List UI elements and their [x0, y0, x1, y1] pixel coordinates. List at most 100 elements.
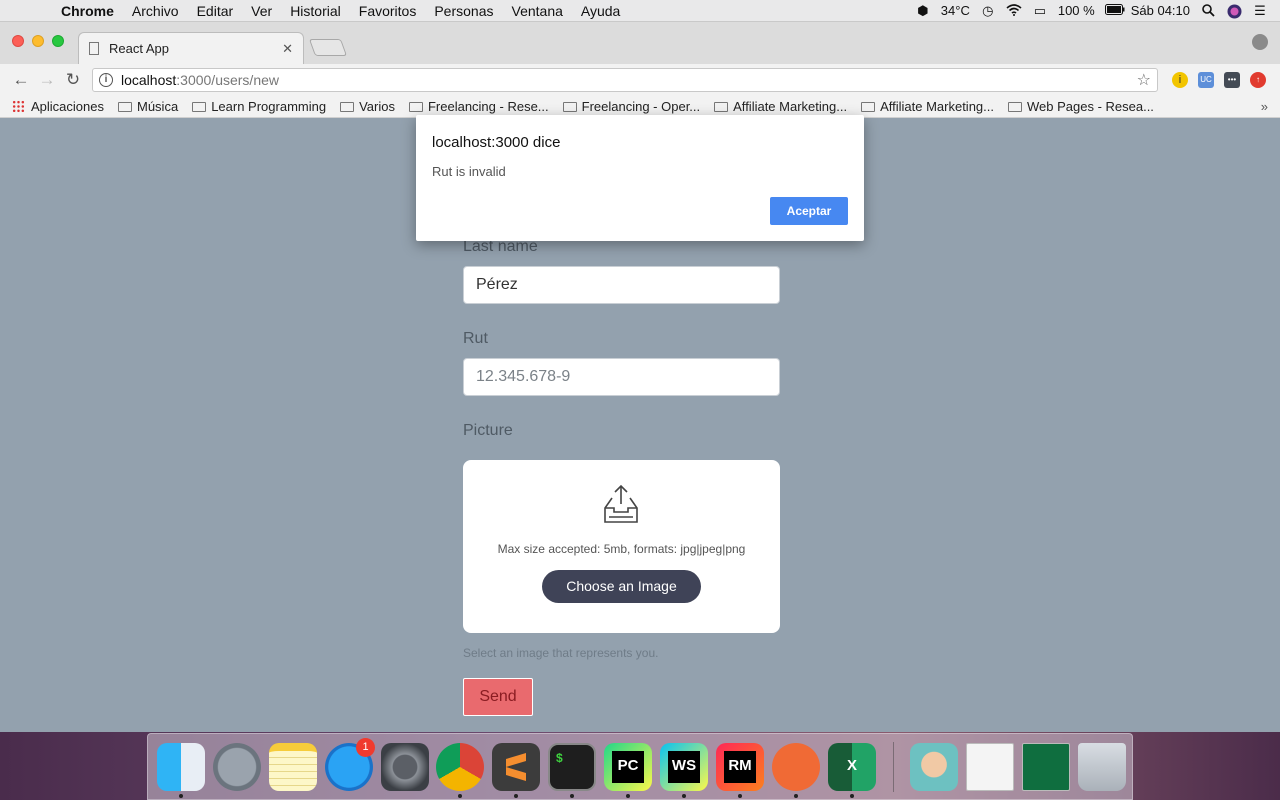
minimize-window-button[interactable] — [32, 35, 44, 47]
trash-icon[interactable] — [1078, 743, 1126, 791]
running-indicator — [458, 794, 462, 798]
menu-favoritos[interactable]: Favoritos — [350, 3, 426, 19]
menu-historial[interactable]: Historial — [281, 3, 350, 19]
zoom-window-button[interactable] — [52, 35, 64, 47]
choose-image-button[interactable]: Choose an Image — [542, 570, 701, 603]
avatar-photo-icon[interactable] — [910, 743, 958, 791]
temperature-readout[interactable]: 34°C — [941, 3, 970, 18]
rubymine-icon[interactable]: RM — [716, 743, 764, 791]
menu-archivo[interactable]: Archivo — [123, 3, 188, 19]
bookmark-folder[interactable]: Freelancing - Rese... — [408, 99, 549, 114]
bookmark-folder[interactable]: Web Pages - Resea... — [1007, 99, 1154, 114]
info-extension-icon[interactable]: i — [1172, 72, 1188, 88]
time-machine-icon[interactable]: ◷ — [980, 3, 996, 18]
rubymine-label: RM — [728, 757, 752, 774]
bookmark-apps[interactable]: Aplicaciones — [12, 99, 104, 114]
excel-label: X — [846, 757, 857, 774]
reload-icon[interactable]: ↻ — [60, 70, 86, 90]
bookmark-folder[interactable]: Varios — [340, 99, 395, 114]
picture-label: Picture — [463, 422, 513, 439]
bookmark-label: Música — [137, 99, 179, 114]
finder-icon[interactable] — [157, 743, 205, 791]
send-button[interactable]: Send — [463, 678, 533, 716]
uc-extension-icon[interactable]: UC — [1198, 72, 1214, 88]
upload-extension-icon[interactable]: ↑ — [1250, 72, 1266, 88]
address-bar[interactable]: i localhost:3000/users/new ☆ — [92, 68, 1158, 92]
bookmark-label: Affiliate Marketing... — [880, 99, 994, 114]
sublime-text-icon[interactable] — [492, 743, 540, 791]
folder-icon — [118, 101, 132, 112]
package-icon[interactable]: ⬢ — [915, 3, 931, 18]
close-tab-icon[interactable]: ✕ — [282, 41, 293, 57]
menu-ayuda[interactable]: Ayuda — [572, 3, 629, 19]
postman-icon[interactable] — [772, 743, 820, 791]
menu-personas[interactable]: Personas — [425, 3, 502, 19]
new-tab-button[interactable] — [308, 39, 348, 56]
running-indicator — [850, 794, 854, 798]
terminal-icon[interactable]: $ — [548, 743, 596, 791]
back-arrow-icon[interactable]: ← — [8, 70, 34, 90]
more-extension-icon[interactable]: ••• — [1224, 72, 1240, 88]
system-preferences-icon[interactable] — [381, 743, 429, 791]
launchpad-icon[interactable] — [213, 743, 261, 791]
menu-editar[interactable]: Editar — [188, 3, 243, 19]
close-window-button[interactable] — [12, 35, 24, 47]
battery-readout[interactable]: 100 % — [1058, 3, 1095, 18]
running-indicator — [682, 794, 686, 798]
page-icon — [89, 42, 99, 55]
bookmark-label: Affiliate Marketing... — [733, 99, 848, 114]
notification-center-icon[interactable]: ☰ — [1252, 3, 1268, 18]
bookmark-folder[interactable]: Música — [118, 99, 178, 114]
folder-icon — [562, 101, 577, 112]
bookmark-folder[interactable]: Affiliate Marketing... — [861, 99, 994, 114]
rut-input[interactable]: 12.345.678-9 — [463, 358, 780, 396]
pycharm-icon[interactable]: PC — [604, 743, 652, 791]
airplay-icon[interactable]: ▭ — [1032, 3, 1048, 18]
spotlight-search-icon[interactable] — [1200, 3, 1216, 18]
forward-arrow-icon[interactable]: → — [34, 70, 60, 90]
notes-icon[interactable] — [269, 743, 317, 791]
app-store-badge: 1 — [356, 738, 375, 757]
bookmark-folder[interactable]: Affiliate Marketing... — [714, 99, 847, 114]
accept-button[interactable]: Aceptar — [770, 197, 848, 225]
document-thumbnail-icon[interactable] — [966, 743, 1014, 791]
picture-help-text: Select an image that represents you. — [463, 646, 659, 660]
bookmark-star-icon[interactable]: ☆ — [1137, 70, 1151, 90]
bookmark-label: Freelancing - Oper... — [581, 99, 701, 114]
tab-title: React App — [109, 41, 169, 56]
menu-ver[interactable]: Ver — [242, 3, 281, 19]
wifi-icon[interactable] — [1006, 3, 1022, 18]
info-icon[interactable]: i — [99, 73, 113, 87]
siri-icon[interactable] — [1226, 4, 1242, 18]
bookmarks-overflow-chevron-icon[interactable]: » — [1261, 99, 1268, 114]
running-indicator — [738, 794, 742, 798]
spreadsheet-thumbnail-icon[interactable] — [1022, 743, 1070, 791]
bookmark-label: Learn Programming — [211, 99, 327, 114]
url-path: :3000/users/new — [176, 72, 279, 88]
macos-menubar: Chrome Archivo Editar Ver Historial Favo… — [0, 0, 1280, 22]
running-indicator — [514, 794, 518, 798]
bookmark-folder[interactable]: Learn Programming — [192, 99, 326, 114]
clock-readout[interactable]: Sáb 04:10 — [1131, 3, 1190, 18]
dropzone-instructions: Max size accepted: 5mb, formats: jpg|jpe… — [497, 542, 746, 556]
folder-icon — [714, 101, 729, 112]
last-name-input[interactable]: Pérez — [463, 266, 780, 304]
dialog-message: Rut is invalid — [432, 164, 506, 179]
menu-chrome[interactable]: Chrome — [52, 3, 123, 19]
bookmark-folder[interactable]: Freelancing - Oper... — [562, 99, 701, 114]
webstorm-icon[interactable]: WS — [660, 743, 708, 791]
alert-dialog: localhost:3000 dice Rut is invalid Acept… — [416, 115, 864, 241]
menu-ventana[interactable]: Ventana — [503, 3, 572, 19]
running-indicator — [794, 794, 798, 798]
chrome-icon[interactable] — [436, 743, 484, 791]
bookmark-label: Freelancing - Rese... — [427, 99, 549, 114]
profile-icon[interactable] — [1252, 34, 1268, 50]
excel-icon[interactable]: X — [828, 743, 876, 791]
battery-icon[interactable] — [1104, 3, 1125, 18]
url-host: localhost — [121, 72, 177, 88]
running-indicator — [179, 794, 183, 798]
image-dropzone[interactable]: Max size accepted: 5mb, formats: jpg|jpe… — [463, 460, 780, 633]
pycharm-label: PC — [617, 757, 639, 774]
tab-react-app[interactable]: React App ✕ — [78, 32, 304, 64]
folder-icon — [1007, 101, 1022, 112]
